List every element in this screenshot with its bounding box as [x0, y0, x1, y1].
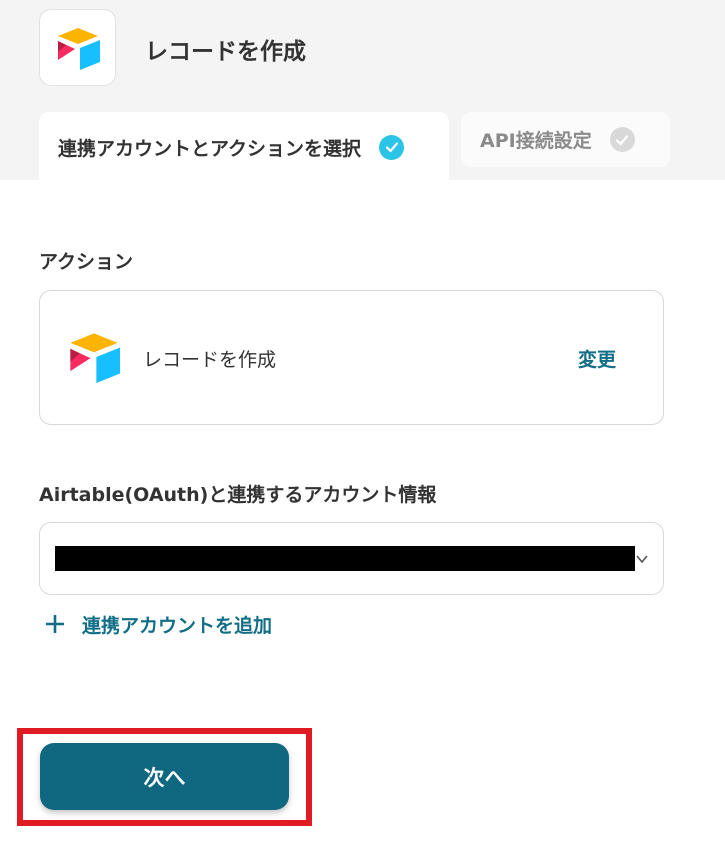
action-name: レコードを作成 [143, 349, 277, 371]
account-select[interactable] [39, 522, 664, 595]
tab-label: 連携アカウントとアクションを選択 [58, 137, 362, 160]
add-account-button[interactable]: 連携アカウントを追加 [44, 609, 272, 639]
app-icon-box [39, 9, 116, 86]
tab-label: API接続設定 [480, 130, 592, 152]
airtable-logo-icon [70, 333, 120, 383]
add-account-label: 連携アカウントを追加 [82, 614, 273, 637]
check-circle-icon [609, 127, 635, 152]
airtable-logo-icon [57, 27, 100, 70]
plus-icon [46, 615, 64, 633]
redacted-account-value [55, 546, 635, 571]
tab-api-settings[interactable]: API接続設定 [461, 112, 670, 167]
change-action-link[interactable]: 変更 [578, 345, 616, 372]
tab-select-account-action[interactable]: 連携アカウントとアクションを選択 [39, 112, 449, 182]
action-section-label: アクション [39, 251, 134, 273]
page: レコードを作成 連携アカウントとアクションを選択 API接続設定 アクション レ… [0, 0, 725, 847]
check-circle-icon [379, 134, 405, 160]
account-section-label: Airtable(OAuth)と連携するアカウント情報 [39, 484, 437, 506]
page-title: レコードを作成 [145, 39, 306, 65]
next-button[interactable]: 次へ [40, 743, 289, 810]
action-card: レコードを作成 変更 [39, 290, 664, 425]
chevron-down-icon [636, 555, 648, 564]
